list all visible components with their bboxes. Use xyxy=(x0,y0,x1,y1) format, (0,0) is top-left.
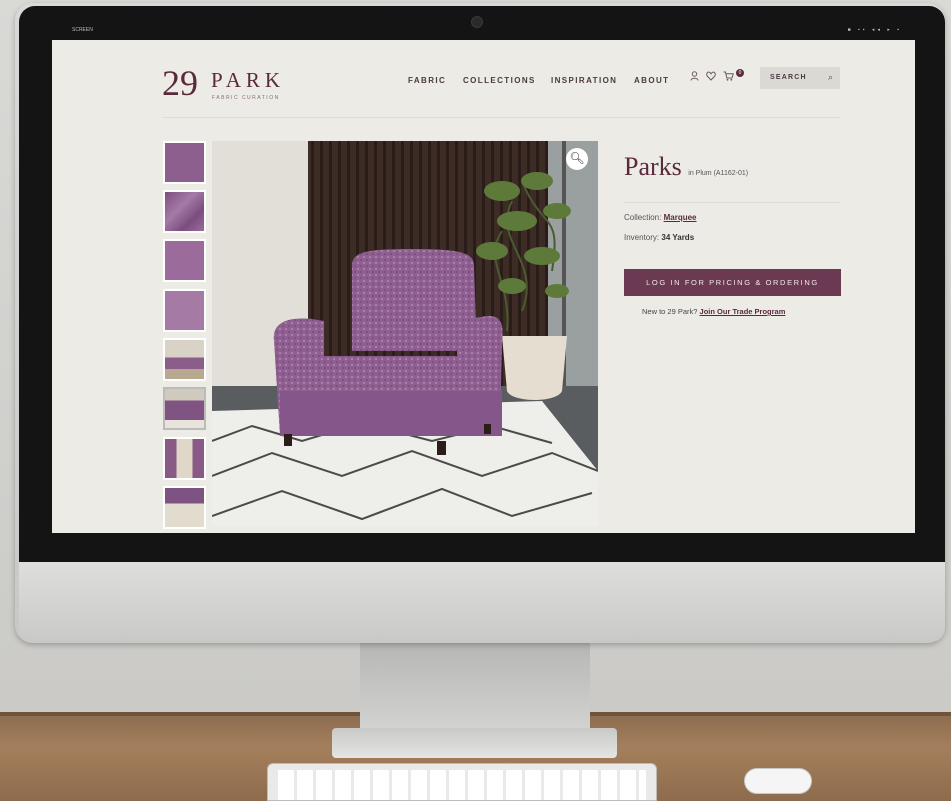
collection-row: Collection: Marquee xyxy=(624,213,697,222)
header-divider xyxy=(162,117,841,118)
browser-viewport: 29 PARK FABRIC CURATION FABRIC COLLECTIO… xyxy=(52,40,915,533)
thumbnail-fabric-swatch[interactable] xyxy=(163,141,206,184)
heart-icon[interactable] xyxy=(706,71,716,83)
thumbnail-fabric-texture[interactable] xyxy=(163,239,206,282)
inventory-value: 34 Yards xyxy=(661,233,695,242)
cart-count-badge: 0 xyxy=(736,69,744,77)
thumbnail-room-curtains[interactable] xyxy=(163,437,206,480)
trade-prompt-text: New to 29 Park? xyxy=(642,307,698,316)
inventory-row: Inventory: 34 Yards xyxy=(624,233,694,242)
cart-icon[interactable] xyxy=(723,71,734,83)
magnifier-icon[interactable]: 🔍︎ xyxy=(566,148,588,170)
thumbnail-fabric-fold[interactable] xyxy=(163,190,206,233)
monitor-base xyxy=(332,728,617,758)
mouse xyxy=(744,768,812,794)
product-name: Parks xyxy=(624,152,682,181)
thumbnail-room-chair[interactable] xyxy=(163,387,206,430)
thumbnail-room-sofa[interactable] xyxy=(163,338,206,381)
product-title: Parks in Plum (A1162-01) xyxy=(624,152,748,182)
trade-program-prompt: New to 29 Park? Join Our Trade Program xyxy=(642,307,785,316)
logo-word: PARK xyxy=(211,68,286,92)
logo-number: 29 xyxy=(162,63,198,103)
join-trade-program-link[interactable]: Join Our Trade Program xyxy=(700,307,786,316)
inventory-label: Inventory: xyxy=(624,233,660,242)
user-icon[interactable] xyxy=(690,71,699,83)
nav-fabric[interactable]: FABRIC xyxy=(408,76,446,85)
logo-tagline: FABRIC CURATION xyxy=(212,95,280,101)
os-menu-bar: SCREEN ■ ▪▪ ◂◂ ▸ ▪ xyxy=(52,20,912,40)
login-for-pricing-button[interactable]: LOG IN FOR PRICING & ORDERING xyxy=(624,269,841,296)
collection-link[interactable]: Marquee xyxy=(664,213,697,222)
keyboard xyxy=(267,763,657,801)
thumbnail-fabric-closeup[interactable] xyxy=(163,289,206,332)
monitor-stand xyxy=(360,642,590,732)
nav-inspiration[interactable]: INSPIRATION xyxy=(551,76,617,85)
nav-collections[interactable]: COLLECTIONS xyxy=(463,76,536,85)
os-bar-left: SCREEN xyxy=(72,27,93,33)
os-bar-status-icons: ■ ▪▪ ◂◂ ▸ ▪ xyxy=(847,27,902,33)
product-variant: in Plum (A1162-01) xyxy=(688,170,749,177)
monitor-chin xyxy=(19,562,945,642)
search-icon[interactable]: ⌕ xyxy=(828,72,833,83)
nav-about[interactable]: ABOUT xyxy=(634,76,669,85)
info-divider xyxy=(624,202,840,203)
search-box[interactable]: SEARCH ⌕ xyxy=(760,67,840,89)
collection-label: Collection: xyxy=(624,213,662,222)
main-product-image[interactable] xyxy=(212,141,598,526)
search-label: SEARCH xyxy=(770,74,807,81)
thumbnail-room-bedroom[interactable] xyxy=(163,486,206,529)
